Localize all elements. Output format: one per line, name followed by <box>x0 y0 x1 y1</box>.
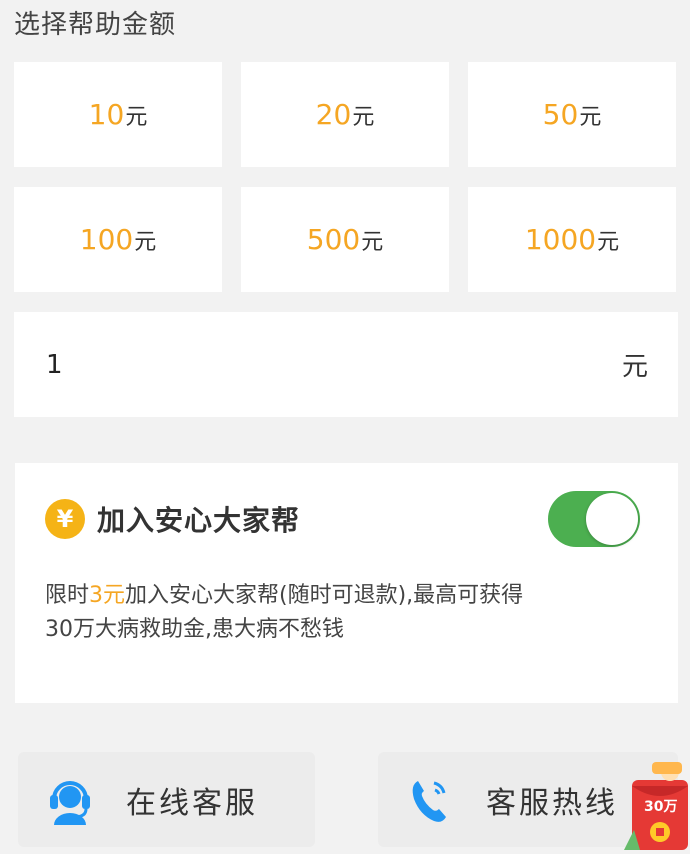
custom-amount-value[interactable]: 1 <box>46 350 63 380</box>
amount-unit: 元 <box>125 104 148 130</box>
red-envelope-label: 30万 <box>644 799 678 815</box>
desc-highlight: 3元 <box>89 583 126 608</box>
amount-grid: 10 元 20 元 50 元 100 元 500 元 1000 元 <box>14 62 676 292</box>
amount-unit: 元 <box>597 229 620 255</box>
red-envelope-badge[interactable]: 30万 <box>622 758 690 854</box>
amount-value: 50 <box>542 98 579 131</box>
amount-option-20[interactable]: 20 元 <box>241 62 449 167</box>
amount-value: 100 <box>79 223 134 256</box>
join-header: ¥ 加入安心大家帮 <box>45 499 300 539</box>
amount-unit: 元 <box>579 104 602 130</box>
phone-icon <box>412 780 446 822</box>
custom-amount-field[interactable]: 1 元 <box>14 312 678 417</box>
amount-unit: 元 <box>352 104 375 130</box>
amount-value: 10 <box>88 98 125 131</box>
join-title: 加入安心大家帮 <box>97 504 301 537</box>
customer-service-icon <box>50 780 90 825</box>
amount-unit: 元 <box>361 229 384 255</box>
amount-option-1000[interactable]: 1000 元 <box>468 187 676 292</box>
amount-value: 20 <box>315 98 352 131</box>
join-card: ¥ 加入安心大家帮 限时3元加入安心大家帮(随时可退款),最高可获得30万大病救… <box>15 463 678 703</box>
yen-icon: ¥ <box>45 499 85 539</box>
amount-unit: 元 <box>134 229 157 255</box>
amount-option-10[interactable]: 10 元 <box>14 62 222 167</box>
amount-option-500[interactable]: 500 元 <box>241 187 449 292</box>
toggle-knob <box>586 493 638 545</box>
online-service-button[interactable]: 在线客服 <box>18 752 315 847</box>
section-title: 选择帮助金额 <box>14 10 177 40</box>
amount-option-100[interactable]: 100 元 <box>14 187 222 292</box>
amount-value: 500 <box>306 223 361 256</box>
custom-amount-unit: 元 <box>621 352 648 382</box>
join-description: 限时3元加入安心大家帮(随时可退款),最高可获得30万大病救助金,患大病不愁钱 <box>45 579 545 647</box>
desc-prefix: 限时 <box>45 583 90 608</box>
join-toggle[interactable] <box>548 491 640 547</box>
hotline-label: 客服热线 <box>486 785 618 821</box>
amount-value: 1000 <box>524 223 597 256</box>
online-service-label: 在线客服 <box>126 785 258 821</box>
amount-option-50[interactable]: 50 元 <box>468 62 676 167</box>
